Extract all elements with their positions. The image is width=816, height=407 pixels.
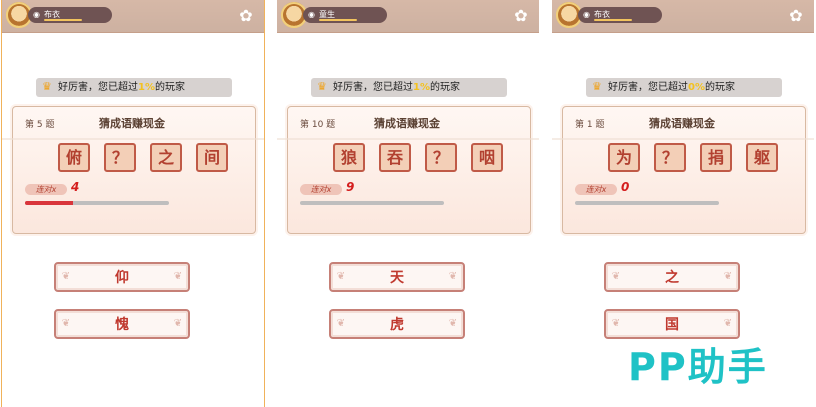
rank-progress: [44, 19, 82, 21]
eye-icon: ◉: [308, 10, 315, 19]
combo-count: 9: [346, 180, 355, 194]
top-bar: ◉ 童生 ✿: [277, 0, 539, 33]
answer-option-1[interactable]: ❦ 天 ❦: [329, 262, 465, 292]
combo-progress-bar: [575, 201, 719, 205]
answer-option-1[interactable]: ❦ 仰 ❦: [54, 262, 190, 292]
scroll-ornament-icon: ❦: [173, 271, 183, 282]
combo-count: 4: [71, 180, 80, 194]
scroll-ornament-icon: ❦: [336, 271, 346, 282]
answer-text: 国: [665, 317, 679, 333]
rank-label: 布衣: [594, 10, 610, 19]
idiom-tiles: 为 ？ 捐 躯: [608, 143, 778, 173]
idiom-tile: 吞: [379, 143, 411, 172]
idiom-tile-blank: ？: [654, 143, 686, 172]
idiom-tiles: 俯 ？ 之 间: [58, 143, 228, 173]
idiom-tile: 躯: [746, 143, 778, 172]
scroll-ornament-icon: ❦: [611, 318, 621, 329]
combo-label: 连对x: [25, 184, 67, 195]
notice-percent: 1%: [138, 82, 155, 93]
trophy-icon: ♛: [317, 80, 327, 93]
combo-progress-bar: [25, 201, 169, 205]
rank-notice: ♛ 好厉害，您已超过0%的玩家: [586, 78, 782, 97]
trophy-icon: ♛: [42, 80, 52, 93]
cloud-decoration: [552, 118, 814, 140]
notice-prefix: 好厉害，您已超过: [608, 82, 688, 93]
flower-gear-icon[interactable]: ✿: [513, 8, 529, 24]
combo-label: 连对x: [575, 184, 617, 195]
notice-suffix: 的玩家: [154, 82, 185, 93]
scroll-ornament-icon: ❦: [723, 271, 733, 282]
scroll-ornament-icon: ❦: [723, 318, 733, 329]
notice-percent: 0%: [688, 82, 705, 93]
combo-label: 连对x: [300, 184, 342, 195]
trophy-icon: ♛: [592, 80, 602, 93]
rank-label: 布衣: [44, 10, 60, 19]
scroll-ornament-icon: ❦: [336, 318, 346, 329]
rank-label: 童生: [319, 10, 335, 19]
rank-badge: ◉ 布衣: [578, 7, 662, 23]
flower-gear-icon[interactable]: ✿: [788, 8, 804, 24]
answer-option-2[interactable]: ❦ 虎 ❦: [329, 309, 465, 339]
game-panel-2: ◉ 童生 ✿ ♛ 好厉害，您已超过1%的玩家 第 10 题 猜成语赚现金 狼 吞…: [277, 0, 539, 407]
scroll-ornament-icon: ❦: [61, 318, 71, 329]
scroll-ornament-icon: ❦: [448, 271, 458, 282]
eye-icon: ◉: [33, 10, 40, 19]
answer-text: 虎: [390, 317, 404, 333]
answer-option-2[interactable]: ❦ 愧 ❦: [54, 309, 190, 339]
scroll-ornament-icon: ❦: [611, 271, 621, 282]
game-panel-1: ◉ 布衣 ✿ ♛ 好厉害，您已超过1%的玩家 第 5 题 猜成语赚现金 俯 ？ …: [1, 0, 265, 407]
notice-prefix: 好厉害，您已超过: [58, 82, 138, 93]
idiom-tile: 间: [196, 143, 228, 172]
rank-badge: ◉ 布衣: [28, 7, 112, 23]
answer-text: 天: [390, 270, 404, 286]
rank-progress: [319, 19, 357, 21]
progress-fill: [25, 201, 73, 205]
rank-notice: ♛ 好厉害，您已超过1%的玩家: [36, 78, 232, 97]
idiom-tile: 狼: [333, 143, 365, 172]
notice-suffix: 的玩家: [429, 82, 460, 93]
idiom-tile: 俯: [58, 143, 90, 172]
flower-gear-icon[interactable]: ✿: [238, 8, 254, 24]
eye-icon: ◉: [583, 10, 590, 19]
rank-badge: ◉ 童生: [303, 7, 387, 23]
idiom-tiles: 狼 吞 ？ 咽: [333, 143, 503, 173]
rank-notice: ♛ 好厉害，您已超过1%的玩家: [311, 78, 507, 97]
answer-text: 愧: [115, 317, 129, 333]
scroll-ornament-icon: ❦: [61, 271, 71, 282]
top-bar: ◉ 布衣 ✿: [552, 0, 814, 33]
combo-progress-bar: [300, 201, 444, 205]
answer-text: 之: [665, 270, 679, 286]
scroll-ornament-icon: ❦: [448, 318, 458, 329]
cloud-decoration: [2, 118, 264, 140]
idiom-tile: 之: [150, 143, 182, 172]
answer-option-1[interactable]: ❦ 之 ❦: [604, 262, 740, 292]
notice-prefix: 好厉害，您已超过: [333, 82, 413, 93]
answer-text: 仰: [115, 270, 129, 286]
idiom-tile-blank: ？: [425, 143, 457, 172]
idiom-tile: 咽: [471, 143, 503, 172]
scroll-ornament-icon: ❦: [173, 318, 183, 329]
idiom-tile: 捐: [700, 143, 732, 172]
idiom-tile: 为: [608, 143, 640, 172]
rank-progress: [594, 19, 632, 21]
answer-option-2[interactable]: ❦ 国 ❦: [604, 309, 740, 339]
watermark-logo: PP助手: [628, 345, 768, 389]
notice-suffix: 的玩家: [704, 82, 735, 93]
top-bar: ◉ 布衣 ✿: [2, 0, 264, 33]
cloud-decoration: [277, 118, 539, 140]
notice-percent: 1%: [413, 82, 430, 93]
combo-count: 0: [621, 180, 630, 194]
idiom-tile-blank: ？: [104, 143, 136, 172]
